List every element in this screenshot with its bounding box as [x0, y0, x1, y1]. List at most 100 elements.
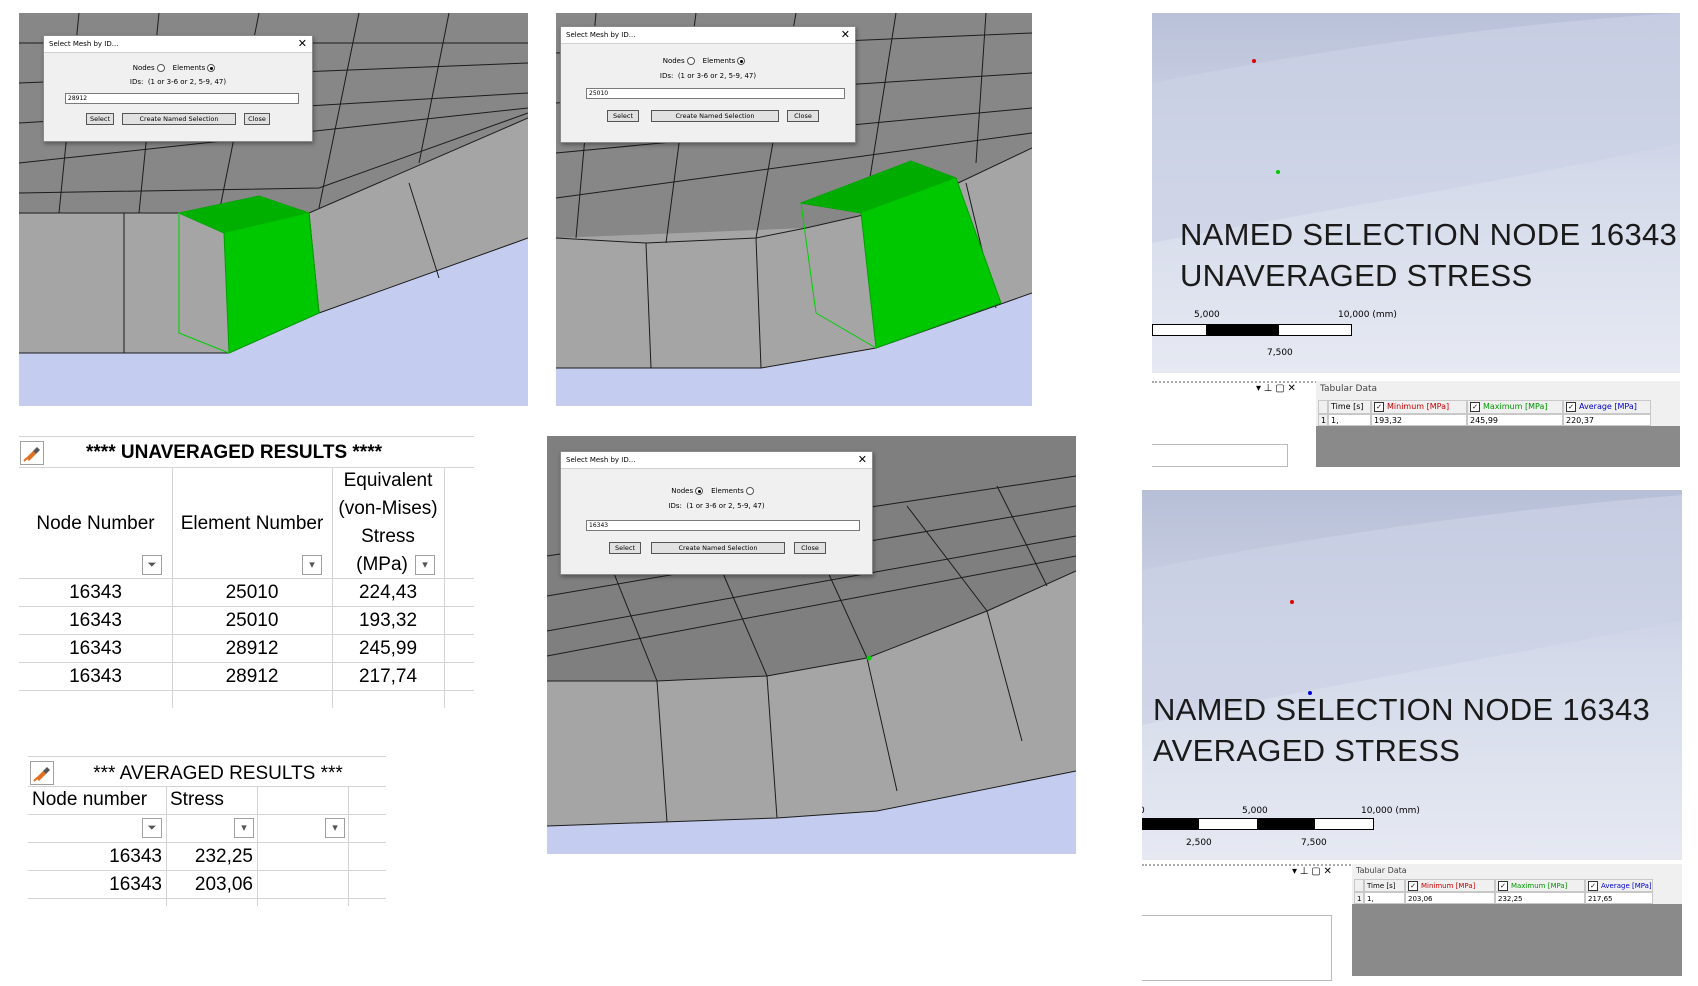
filter-dropdown-icon[interactable]: ▾: [302, 555, 322, 575]
ids-label: IDs:: [129, 78, 144, 86]
tabular-data-title: Tabular Data: [1320, 384, 1378, 394]
cell-stress: 203,06: [194, 874, 253, 895]
scale-label: 5,000: [1194, 310, 1220, 320]
tabular-data-title: Tabular Data: [1356, 866, 1407, 875]
checkbox-icon[interactable]: ✓: [1566, 401, 1576, 412]
header-stress: Stress: [170, 789, 224, 810]
filter-dropdown-icon[interactable]: ▾: [234, 818, 254, 838]
format-painter-icon[interactable]: [20, 441, 44, 465]
col-time: Time [s]: [1328, 400, 1371, 414]
cell-stress: 217,74: [358, 666, 418, 687]
select-button[interactable]: Select: [609, 542, 641, 554]
select-button[interactable]: Select: [86, 113, 114, 125]
header-node-number: Node Number: [36, 513, 155, 534]
annotation-line-1: NAMED SELECTION NODE 16343: [1153, 692, 1651, 727]
ids-input[interactable]: 16343: [586, 520, 860, 531]
min-marker: [1252, 59, 1256, 63]
close-icon[interactable]: ✕: [858, 453, 867, 466]
unaveraged-viewport-panel[interactable]: NAMED SELECTION NODE 16343 UNAVERAGED ST…: [1152, 13, 1680, 467]
nodes-radio[interactable]: [686, 57, 695, 65]
scale-label: 7,500: [1301, 838, 1327, 848]
filter-active-icon[interactable]: ⏷: [142, 818, 162, 838]
col-maximum: ✓ Maximum [MPa]: [1495, 879, 1585, 892]
scale-label: 7,500: [1267, 348, 1293, 358]
tabular-data-pane: Tabular Data Time [s] ✓ Minimum [MPa] ✓ Ma…: [1352, 864, 1682, 976]
cell-node: 16343: [69, 582, 122, 603]
checkbox-icon[interactable]: ✓: [1588, 881, 1598, 891]
create-named-selection-button[interactable]: Create Named Selection: [651, 110, 779, 122]
nodes-radio[interactable]: [695, 487, 704, 495]
close-button[interactable]: Close: [794, 542, 826, 554]
close-icon[interactable]: ✕: [298, 37, 307, 50]
annotation-line-2: UNAVERAGED STRESS: [1180, 258, 1533, 293]
surface-shading: [1152, 13, 1680, 243]
cell-node: 16343: [69, 638, 122, 659]
header-stress-line1: Equivalent: [343, 470, 433, 491]
nodes-label: Nodes: [671, 487, 694, 495]
col-average: ✓ Average [MPa]: [1585, 879, 1653, 892]
scale-label: 5,000: [1242, 806, 1268, 816]
dialog-title: Select Mesh by ID...: [49, 40, 119, 48]
cell-element: 28912: [225, 638, 279, 659]
checkbox-icon[interactable]: ✓: [1374, 401, 1384, 412]
ids-label: IDs:: [659, 72, 674, 80]
elements-radio[interactable]: [737, 57, 746, 65]
header-element-number: Element Number: [180, 513, 324, 534]
nodes-radio[interactable]: [156, 64, 165, 72]
scale-label: 10,000 (mm): [1361, 806, 1420, 816]
ids-label: IDs:: [668, 502, 682, 510]
select-mesh-dialog-2[interactable]: Select Mesh by ID... ✕ Nodes Elements IDs:…: [560, 26, 856, 143]
cell-stress: 245,99: [358, 638, 418, 659]
elements-radio[interactable]: [207, 64, 216, 72]
checkbox-icon[interactable]: ✓: [1498, 881, 1508, 891]
checkbox-icon[interactable]: ✓: [1408, 881, 1418, 891]
pane-toolbar[interactable]: ▾ ⊥ ▢ ✕: [1292, 866, 1332, 877]
averaged-viewport-panel[interactable]: NAMED SELECTION NODE 16343 AVERAGED STRE…: [1142, 490, 1682, 986]
filter-dropdown-icon[interactable]: ▾: [415, 555, 435, 575]
ids-input[interactable]: 25010: [586, 88, 845, 99]
close-button[interactable]: Close: [787, 110, 819, 122]
format-painter-icon[interactable]: [30, 761, 54, 785]
mesh-viewport-3[interactable]: Select Mesh by ID... ✕ Nodes Elements IDs:…: [547, 436, 1076, 854]
unaveraged-results-table: **** UNAVERAGED RESULTS **** Node Number…: [19, 436, 474, 708]
table-title: **** UNAVERAGED RESULTS ****: [86, 442, 382, 463]
close-icon[interactable]: ✕: [841, 28, 850, 41]
ids-input[interactable]: 28912: [65, 93, 299, 104]
close-button[interactable]: Close: [244, 113, 270, 125]
ids-hint: (1 or 3-6 or 2, 5-9, 47): [147, 78, 227, 86]
nodes-label: Nodes: [132, 64, 155, 72]
cell-node: 16343: [69, 666, 122, 687]
header-stress-line3: Stress: [361, 526, 415, 547]
select-button[interactable]: Select: [607, 110, 639, 122]
filter-active-icon[interactable]: ⏷: [142, 555, 162, 575]
create-named-selection-button[interactable]: Create Named Selection: [651, 542, 785, 554]
surface-shading: [1142, 495, 1682, 725]
col-average: ✓ Average [MPa]: [1563, 400, 1651, 414]
elements-radio[interactable]: [745, 487, 754, 495]
cell-node: 16343: [109, 874, 162, 895]
dialog-title: Select Mesh by ID...: [566, 456, 636, 464]
col-minimum: ✓ Minimum [MPa]: [1371, 400, 1467, 414]
pane-toolbar[interactable]: ▾ ⊥ ▢ ✕: [1256, 383, 1296, 394]
annotation-line-1: NAMED SELECTION NODE 16343: [1180, 217, 1678, 252]
select-mesh-dialog-1[interactable]: Select Mesh by ID... ✕ Nodes Elements IDs:…: [43, 35, 313, 142]
cell-node: 16343: [109, 846, 162, 867]
mesh-viewport-1[interactable]: Select Mesh by ID... ✕ Nodes Elements IDs:…: [19, 13, 528, 406]
select-mesh-dialog-3[interactable]: Select Mesh by ID... ✕ Nodes Elements IDs:…: [560, 451, 873, 575]
cell-stress: 224,43: [358, 582, 418, 603]
cell-node: 16343: [69, 610, 122, 631]
header-stress-line2: (von-Mises): [338, 498, 438, 519]
ids-hint: (1 or 3-6 or 2, 5-9, 47): [686, 502, 765, 510]
elements-label: Elements: [702, 57, 736, 65]
filter-dropdown-icon[interactable]: ▾: [325, 818, 345, 838]
col-maximum: ✓ Maximum [MPa]: [1467, 400, 1563, 414]
checkbox-icon[interactable]: ✓: [1470, 401, 1480, 412]
max-marker: [1276, 170, 1280, 174]
cell-element: 25010: [225, 610, 279, 631]
create-named-selection-button[interactable]: Create Named Selection: [122, 113, 236, 125]
cell-stress: 193,32: [358, 610, 418, 631]
scale-label: 2,500: [1186, 838, 1212, 848]
scale-label: 0: [1142, 806, 1145, 816]
mesh-viewport-2[interactable]: Select Mesh by ID... ✕ Nodes Elements IDs:…: [556, 13, 1032, 406]
header-node-number: Node number: [32, 789, 148, 810]
